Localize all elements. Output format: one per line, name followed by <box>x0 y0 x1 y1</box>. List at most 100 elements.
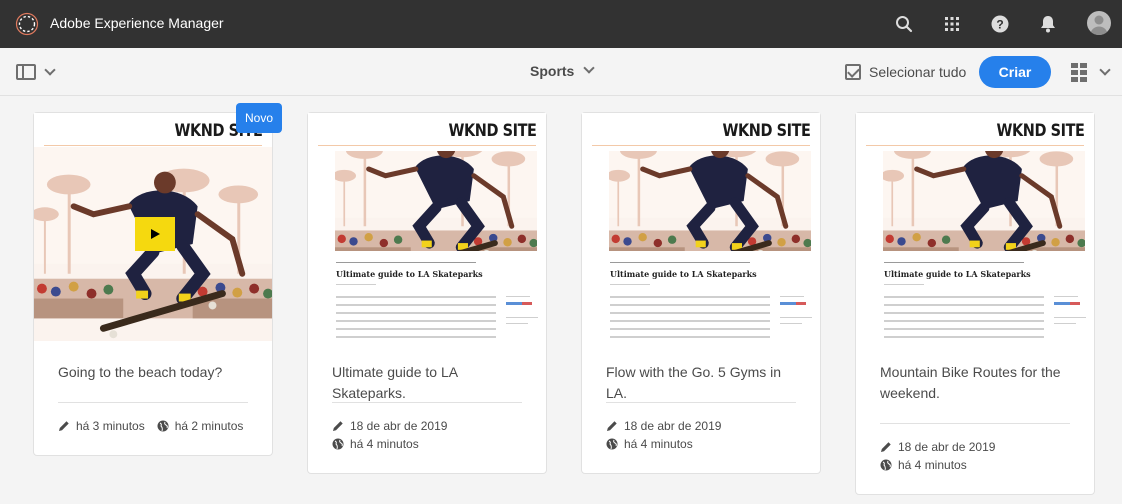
pencil-icon <box>59 421 69 431</box>
collection-title: Sports <box>530 63 575 79</box>
published-date: há 2 minutos <box>174 419 244 433</box>
share-button-mini <box>1070 302 1080 305</box>
share-button-mini <box>506 302 522 305</box>
divider <box>44 145 262 146</box>
share-button-mini <box>796 302 806 305</box>
divider <box>332 402 522 403</box>
published-meta: há 4 minutos <box>880 458 967 472</box>
text-line <box>610 336 770 338</box>
text-line <box>336 304 496 306</box>
text-line <box>884 304 1044 306</box>
modified-date: 18 de abr de 2019 <box>350 419 448 433</box>
search-icon[interactable] <box>892 12 916 36</box>
app-title[interactable]: Adobe Experience Manager <box>50 15 224 31</box>
mini-page-heading: Ultimate guide to LA Skateparks <box>610 269 757 279</box>
modified-meta: 18 de abr de 2019 <box>332 419 447 433</box>
text-line <box>336 284 376 285</box>
modified-date: 18 de abr de 2019 <box>898 440 996 454</box>
share-button-mini <box>780 302 796 305</box>
text-line <box>884 312 1044 314</box>
text-line <box>884 328 1044 330</box>
modified-meta: 18 de abr de 2019 <box>606 419 721 433</box>
globe-icon <box>880 459 892 471</box>
pencil-icon <box>881 442 891 452</box>
hero-image <box>883 151 1085 251</box>
title-chevron-down-icon[interactable] <box>583 62 595 74</box>
view-chevron-down-icon[interactable] <box>1099 64 1111 76</box>
divider <box>592 145 810 146</box>
text-line <box>884 320 1044 322</box>
card-thumbnail: WKND SITE Ultimate guide to LA Skatepark… <box>856 113 1094 341</box>
pencil-icon <box>333 421 343 431</box>
card-thumbnail: WKND SITE Ultimate guide to LA Skatepark… <box>582 113 820 341</box>
user-avatar[interactable] <box>1087 11 1111 35</box>
site-logo: WKND SITE <box>996 121 1084 141</box>
card-thumbnail: WKND SITE Ultimate guide to LA Skatepark… <box>308 113 546 341</box>
site-logo: WKND SITE <box>448 121 536 141</box>
published-date: há 4 minutos <box>624 437 693 451</box>
published-date: há 4 minutos <box>898 458 967 472</box>
select-all-label: Selecionar tudo <box>869 64 967 80</box>
shell-header: Adobe Experience Manager ? <box>0 0 1122 48</box>
share-button-mini <box>1054 302 1070 305</box>
text-line <box>610 296 770 298</box>
sidebar-line <box>780 323 802 324</box>
divider <box>318 145 536 146</box>
divider <box>866 145 1084 146</box>
divider <box>58 402 248 403</box>
mini-page-heading: Ultimate guide to LA Skateparks <box>884 269 1031 279</box>
sidebar-line <box>506 296 530 297</box>
site-logo: WKND SITE <box>722 121 810 141</box>
card-title: Mountain Bike Routes for the weekend. <box>880 364 1061 401</box>
text-line <box>884 336 1044 338</box>
card-title: Flow with the Go. 5 Gyms in LA. <box>606 364 782 401</box>
divider <box>606 402 796 403</box>
sidebar-line <box>1054 323 1076 324</box>
card-thumbnail: WKND SITE <box>34 113 272 341</box>
text-line <box>610 320 770 322</box>
card-title: Going to the beach today? <box>58 364 223 380</box>
text-line <box>610 284 650 285</box>
breadcrumb-line <box>610 262 750 263</box>
published-meta: há 4 minutos <box>606 437 693 451</box>
text-line <box>336 336 496 338</box>
hero-image <box>609 151 811 251</box>
breadcrumb-line <box>336 262 476 263</box>
modified-meta: 18 de abr de 2019 <box>880 440 995 454</box>
content-card-3[interactable]: WKND SITE Ultimate guide to LA Skatepark… <box>581 112 821 474</box>
collection-title-dropdown[interactable]: Sports <box>530 63 574 81</box>
rail-chevron-down-icon[interactable] <box>44 64 56 76</box>
help-icon[interactable]: ? <box>988 12 1012 36</box>
modified-date: há 3 minutos <box>76 419 145 433</box>
apps-grid-icon[interactable] <box>940 12 964 36</box>
checkbox-icon <box>845 64 861 80</box>
breadcrumb-line <box>884 262 1024 263</box>
card-meta: há 3 minutos há 2 minutos <box>58 419 243 433</box>
create-button[interactable]: Criar <box>979 56 1051 88</box>
text-line <box>884 296 1044 298</box>
card-view-icon[interactable] <box>1071 63 1087 82</box>
new-badge: Novo <box>236 103 282 133</box>
hero-image <box>335 151 537 251</box>
aem-logo-icon[interactable] <box>15 12 39 36</box>
sidebar-line <box>1054 317 1086 318</box>
text-line <box>610 328 770 330</box>
play-button-icon[interactable] <box>135 217 175 251</box>
text-line <box>336 320 496 322</box>
divider <box>880 423 1070 424</box>
content-card-4[interactable]: WKND SITE Ultimate guide to LA Skatepark… <box>855 112 1095 495</box>
notifications-bell-icon[interactable] <box>1036 12 1060 36</box>
sidebar-line <box>780 317 812 318</box>
globe-icon <box>606 438 618 450</box>
svg-text:?: ? <box>996 18 1003 32</box>
sidebar-line <box>780 296 804 297</box>
mini-page-heading: Ultimate guide to LA Skateparks <box>336 269 483 279</box>
sidebar-line <box>506 323 528 324</box>
content-card-1[interactable]: WKND SITE Going to the beach today? há 3… <box>33 112 273 456</box>
select-all-button[interactable]: Selecionar tudo <box>845 64 966 80</box>
modified-date: 18 de abr de 2019 <box>624 419 722 433</box>
rail-toggle-icon[interactable] <box>16 64 36 80</box>
globe-icon <box>332 438 344 450</box>
card-title: Ultimate guide to LA Skateparks. <box>332 364 458 401</box>
content-card-2[interactable]: WKND SITE Ultimate guide to LA Skatepark… <box>307 112 547 474</box>
